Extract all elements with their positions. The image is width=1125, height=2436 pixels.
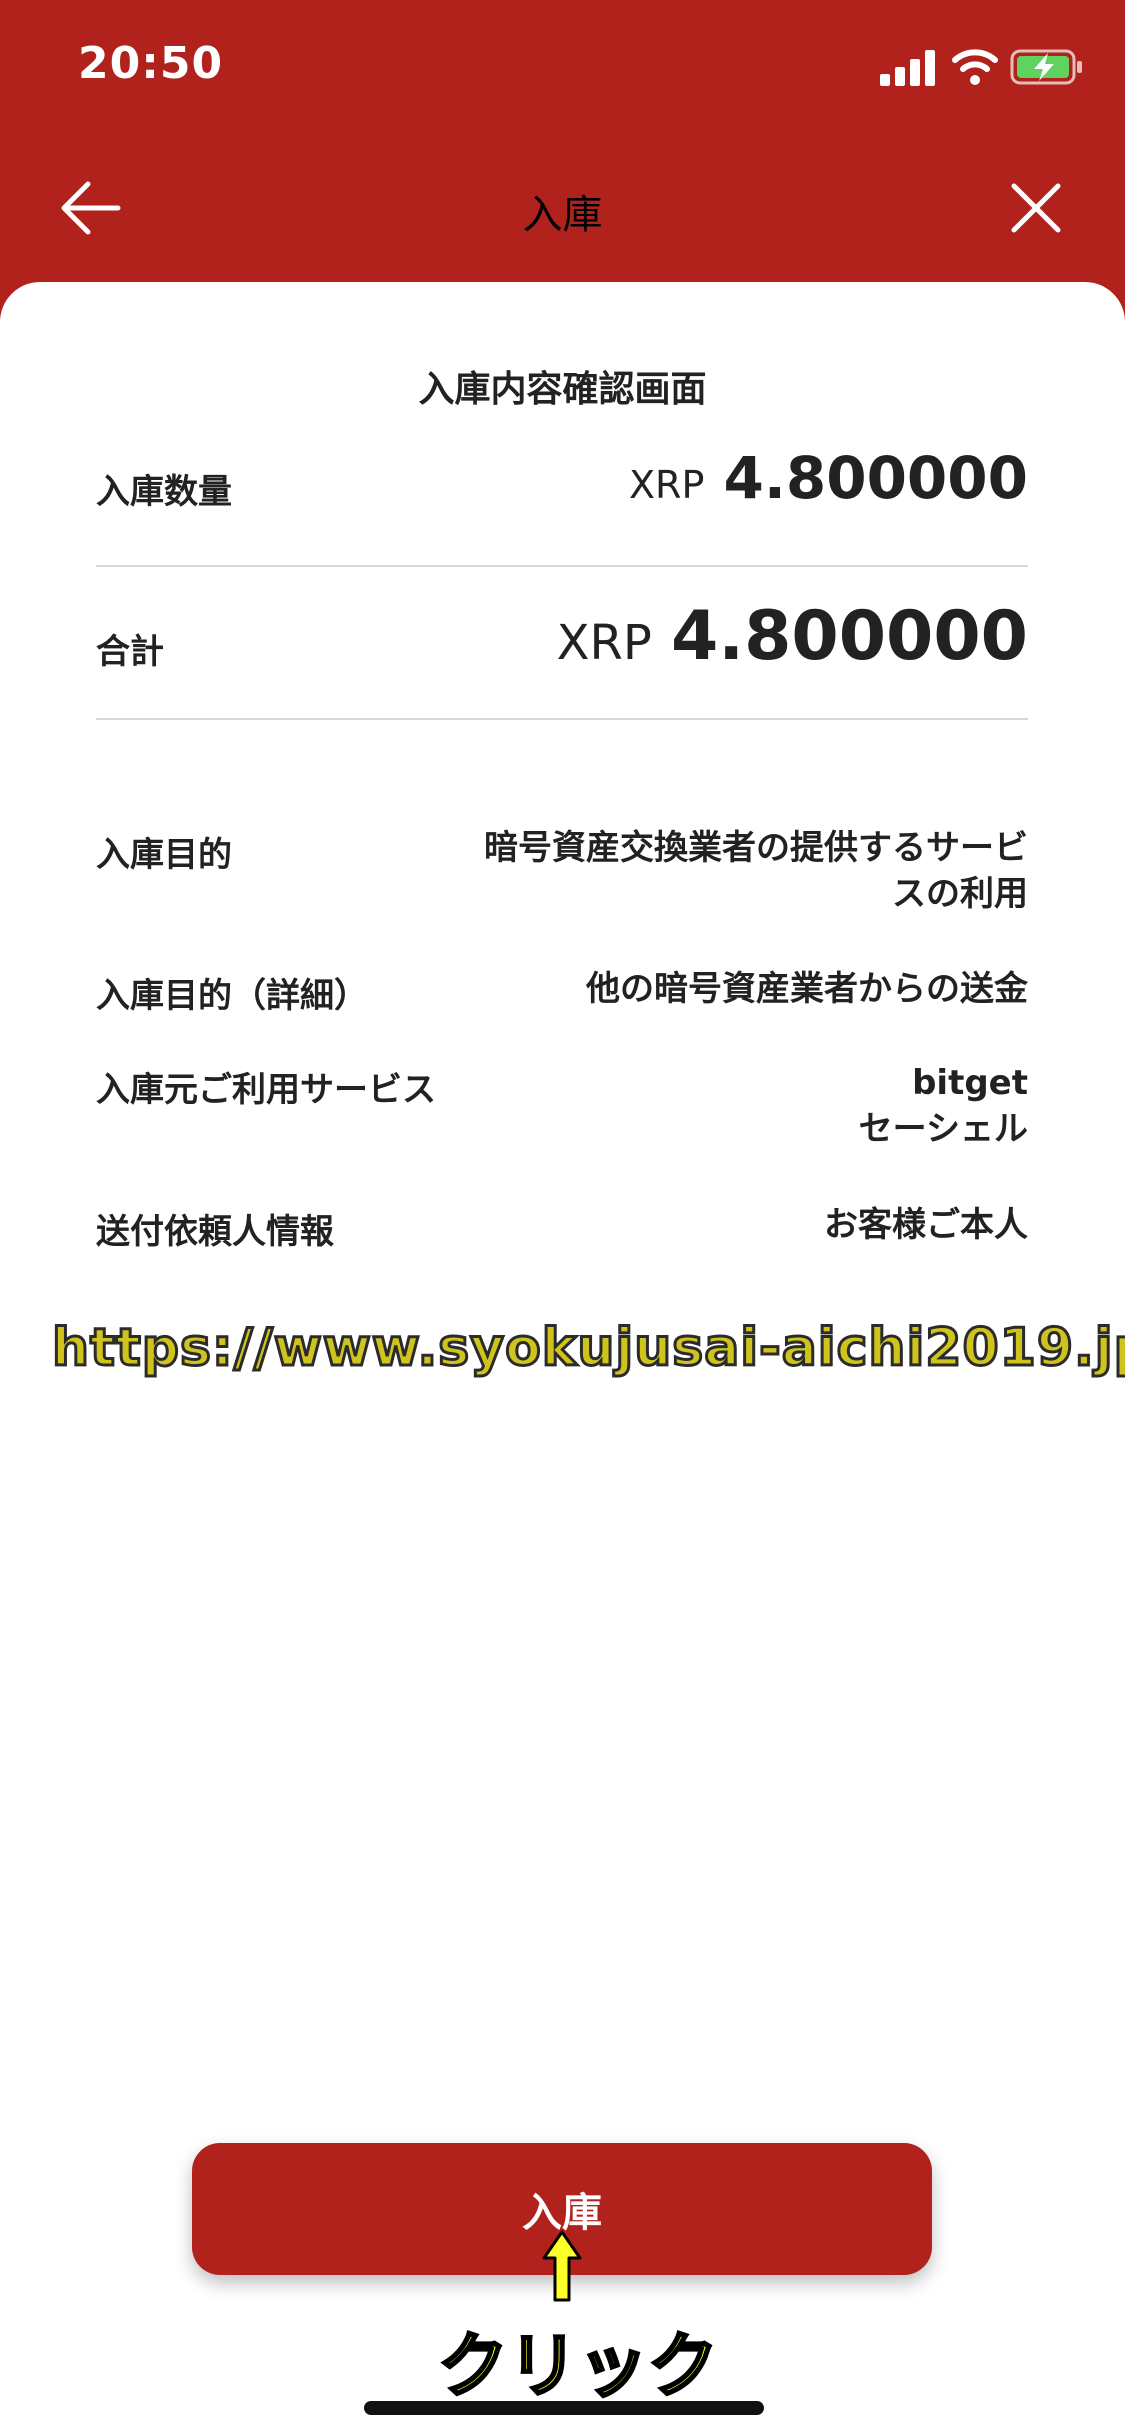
total-label: 合計	[96, 632, 164, 672]
total-amount: XRP 4.800000	[557, 597, 1028, 676]
source-service-value-line: セーシェル	[858, 1109, 1028, 1149]
purpose-value-line: 暗号資産交換業者の提供するサービ	[484, 828, 1028, 868]
click-annotation: クリック	[437, 2324, 720, 2409]
divider	[96, 718, 1028, 720]
total-currency: XRP	[556, 615, 652, 671]
total-value: 4.800000	[670, 597, 1028, 676]
quantity-amount: XRP 4.800000	[629, 444, 1028, 512]
close-icon[interactable]	[1008, 180, 1064, 236]
signal-icon	[880, 50, 935, 86]
quantity-label: 入庫数量	[96, 472, 232, 512]
up-arrow-annotation-icon	[542, 2230, 582, 2302]
purpose-detail-value: 他の暗号資産業者からの送金	[586, 966, 1028, 1012]
status-time: 20:50	[78, 38, 224, 89]
status-bar: 20:50	[0, 0, 1125, 140]
battery-charging-icon	[1010, 49, 1082, 85]
sender-info-value-line: お客様ご本人	[824, 1205, 1028, 1245]
confirmation-title: 入庫内容確認画面	[418, 369, 707, 410]
watermark-url: https://www.syokujusai-aichi2019.jp/	[51, 1317, 1125, 1380]
nav-title: 入庫	[522, 192, 603, 238]
sender-info-label: 送付依頼人情報	[96, 1212, 334, 1252]
source-service-value-line: bitget	[912, 1063, 1028, 1103]
purpose-label: 入庫目的	[96, 835, 232, 875]
source-service-label: 入庫元ご利用サービス	[96, 1070, 436, 1110]
quantity-value: 4.800000	[723, 444, 1028, 512]
wifi-icon	[952, 49, 998, 85]
home-indicator	[364, 2401, 764, 2415]
purpose-value: 暗号資産交換業者の提供するサービ スの利用	[484, 825, 1028, 917]
quantity-currency: XRP	[629, 463, 705, 507]
divider	[96, 565, 1028, 567]
purpose-value-line: スの利用	[892, 874, 1028, 914]
source-service-value: bitget セーシェル	[859, 1060, 1028, 1152]
sender-info-value: お客様ご本人	[824, 1202, 1028, 1248]
purpose-detail-value-line: 他の暗号資産業者からの送金	[586, 969, 1028, 1009]
purpose-detail-label: 入庫目的（詳細）	[96, 976, 368, 1016]
